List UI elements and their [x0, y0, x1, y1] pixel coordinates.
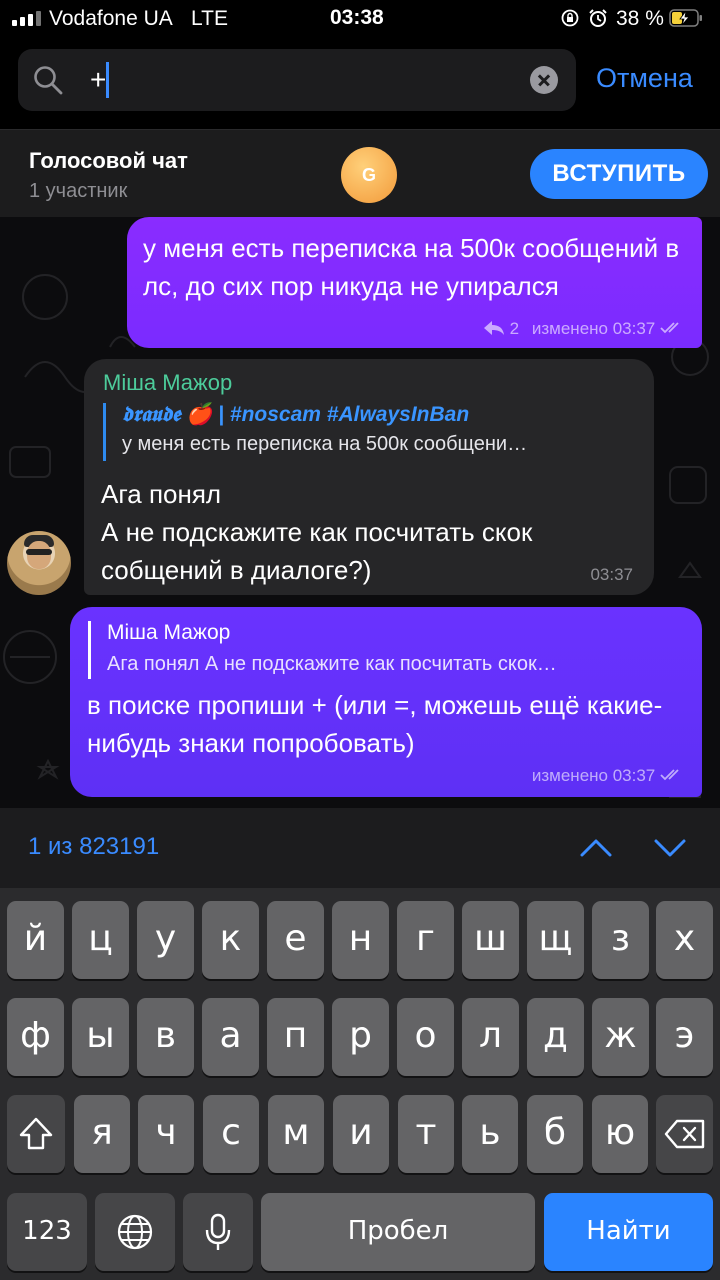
reply-count: 2	[509, 319, 520, 338]
read-checkmarks-icon	[660, 322, 679, 334]
key[interactable]: г	[397, 901, 454, 979]
reply-icon	[483, 321, 504, 335]
space-key[interactable]: Пробел	[261, 1193, 535, 1271]
key[interactable]: и	[333, 1095, 389, 1173]
key[interactable]: ж	[592, 998, 649, 1076]
result-counter: 1 из 823191	[28, 833, 160, 860]
incoming-message[interactable]: Міша Мажор 𝖉𝖗𝖆𝖚𝖉𝖊 🍎 | #noscam #AlwaysInB…	[84, 359, 654, 595]
globe-key[interactable]	[95, 1193, 175, 1271]
search-input[interactable]: +	[90, 64, 106, 96]
message-text: в поиске пропиши + (или =, можешь ещё ка…	[87, 690, 663, 758]
key[interactable]: ц	[72, 901, 129, 979]
message-text: у меня есть переписка на 500к сообщений …	[143, 233, 680, 301]
key[interactable]: ы	[72, 998, 129, 1076]
key[interactable]: р	[332, 998, 389, 1076]
key[interactable]: п	[267, 998, 324, 1076]
text-cursor	[106, 62, 109, 98]
battery-charging-icon	[669, 9, 702, 27]
quote-author: Міша Мажор	[107, 621, 231, 644]
network-type: LTE	[191, 7, 228, 30]
message-time: 03:37	[590, 565, 633, 584]
key[interactable]: б	[527, 1095, 583, 1173]
microphone-icon	[205, 1213, 231, 1250]
message-meta: изменено 03:37	[532, 766, 686, 786]
quote-text: Ага понял А не подскажите как посчитать …	[107, 653, 557, 675]
participant-avatar: G	[341, 147, 397, 203]
key[interactable]: ш	[462, 901, 519, 979]
voice-chat-bar[interactable]: Голосовой чат 1 участник G ВСТУПИТЬ	[0, 129, 720, 217]
search-submit-key[interactable]: Найти	[544, 1193, 713, 1271]
key[interactable]: ь	[462, 1095, 518, 1173]
carrier-name: Vodafone UA	[49, 7, 173, 30]
reply-quote[interactable]: 𝖉𝖗𝖆𝖚𝖉𝖊 🍎 | #noscam #AlwaysInBan у меня е…	[103, 403, 643, 461]
quote-author: 𝖉𝖗𝖆𝖚𝖉𝖊 🍎 | #noscam #AlwaysInBan	[122, 403, 470, 426]
key[interactable]: з	[592, 901, 649, 979]
microphone-key[interactable]	[183, 1193, 253, 1271]
key[interactable]: т	[398, 1095, 454, 1173]
outgoing-message[interactable]: Міша Мажор Ага понял А не подскажите как…	[70, 607, 702, 797]
voice-chat-participants: 1 участник	[29, 180, 128, 202]
status-bar: Vodafone UA LTE 03:38 38 %	[0, 0, 720, 38]
backspace-key[interactable]	[656, 1095, 713, 1173]
backspace-icon	[664, 1119, 705, 1149]
edited-time: изменено 03:37	[531, 766, 656, 785]
search-field[interactable]: +	[18, 49, 576, 111]
message-line: Ага понял	[101, 479, 222, 509]
alarm-icon	[589, 9, 607, 27]
read-checkmarks-icon	[660, 769, 679, 781]
shift-icon	[19, 1117, 53, 1150]
key[interactable]: у	[137, 901, 194, 979]
clock: 03:38	[330, 6, 384, 29]
quote-text: у меня есть переписка на 500к сообщени…	[122, 433, 528, 455]
key[interactable]: а	[202, 998, 259, 1076]
key[interactable]: э	[656, 998, 713, 1076]
message-line: А не подскажите как посчитать скок собще…	[101, 517, 533, 585]
key[interactable]: с	[203, 1095, 259, 1173]
key[interactable]: д	[527, 998, 584, 1076]
message-text: Ага понял А не подскажите как посчитать …	[101, 475, 641, 589]
search-results-bar: 1 из 823191	[0, 808, 720, 888]
sender-name[interactable]: Міша Мажор	[103, 370, 232, 396]
key[interactable]: о	[397, 998, 454, 1076]
key[interactable]: й	[7, 901, 64, 979]
key[interactable]: к	[202, 901, 259, 979]
edited-time: изменено 03:37	[531, 319, 656, 338]
clear-search-icon[interactable]	[530, 66, 558, 94]
globe-icon	[117, 1214, 153, 1250]
reply-quote[interactable]: Міша Мажор Ага понял А не подскажите как…	[88, 621, 688, 679]
search-icon	[34, 66, 63, 95]
key[interactable]: я	[74, 1095, 130, 1173]
key[interactable]: л	[462, 998, 519, 1076]
key[interactable]: в	[137, 998, 194, 1076]
cancel-button[interactable]: Отмена	[596, 63, 693, 94]
chevron-down-icon[interactable]	[652, 830, 688, 866]
voice-chat-title: Голосовой чат	[29, 148, 188, 173]
key[interactable]: н	[332, 901, 389, 979]
numbers-key[interactable]: 123	[7, 1193, 87, 1271]
key[interactable]: х	[656, 901, 713, 979]
outgoing-message[interactable]: у меня есть переписка на 500к сообщений …	[127, 217, 702, 348]
key[interactable]: ф	[7, 998, 64, 1076]
join-voice-chat-button[interactable]: ВСТУПИТЬ	[530, 149, 708, 199]
chevron-up-icon[interactable]	[578, 830, 614, 866]
key[interactable]: ч	[138, 1095, 194, 1173]
shift-key[interactable]	[7, 1095, 65, 1173]
message-meta: 2 изменено 03:37	[483, 319, 686, 339]
sender-avatar[interactable]	[7, 531, 71, 595]
keyboard: й ц у к е н г ш щ з х ф ы в а п р о л д …	[0, 888, 720, 1280]
orientation-lock-icon	[561, 9, 579, 27]
key[interactable]: щ	[527, 901, 584, 979]
key[interactable]: ю	[592, 1095, 648, 1173]
key[interactable]: е	[267, 901, 324, 979]
key[interactable]: м	[268, 1095, 324, 1173]
chat-area[interactable]: у меня есть переписка на 500к сообщений …	[0, 217, 720, 808]
battery-percent: 38 %	[616, 7, 664, 30]
signal-icon	[12, 10, 41, 26]
